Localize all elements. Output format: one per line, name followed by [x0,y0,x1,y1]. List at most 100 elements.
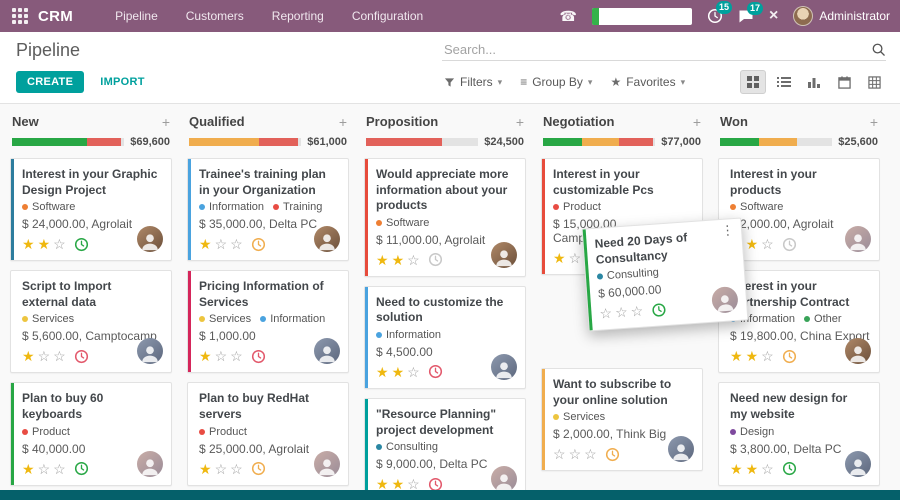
priority-star[interactable]: ☆ [569,251,583,265]
messages-button[interactable]: 17 [738,9,754,24]
close-icon[interactable]: × [769,8,778,24]
opportunity-card[interactable]: Would appreciate more information about … [364,158,526,277]
favorites-dropdown[interactable]: ★ Favorites ▾ [610,75,685,89]
opportunity-card[interactable]: Plan to buy 60 keyboardsProduct$ 40,000.… [10,382,172,485]
view-list-button[interactable] [772,71,796,93]
progress-segment-gray[interactable] [797,138,832,146]
opportunity-card[interactable]: Need to customize the solutionInformatio… [364,286,526,389]
activity-clock-icon[interactable] [74,237,89,252]
priority-star[interactable]: ★ [376,477,390,490]
priority-star[interactable]: ☆ [230,462,244,476]
progress-segment-red[interactable] [366,138,442,146]
priority-star[interactable]: ☆ [407,477,421,490]
nav-item-pipeline[interactable]: Pipeline [103,0,170,32]
create-button[interactable]: CREATE [16,71,84,93]
priority-star[interactable]: ★ [199,237,213,251]
activity-clock-icon[interactable] [251,461,266,476]
activity-clock-icon[interactable] [651,302,667,318]
priority-star[interactable]: ☆ [553,447,567,461]
priority-star[interactable]: ☆ [407,365,421,379]
nav-item-customers[interactable]: Customers [174,0,256,32]
priority-star[interactable]: ★ [392,477,406,490]
opportunity-card[interactable]: Want to subscribe to your online solutio… [541,368,703,471]
priority-star[interactable]: ☆ [599,306,614,321]
activities-button[interactable]: 15 [707,8,723,24]
progress-segment-gray[interactable] [442,138,478,146]
activity-clock-icon[interactable] [74,349,89,364]
add-new-column-button[interactable]: + Add new Column [895,116,900,490]
priority-star[interactable]: ☆ [38,462,52,476]
activity-clock-icon[interactable] [782,237,797,252]
column-quick-add-icon[interactable]: + [693,115,701,129]
progress-segment-green[interactable] [720,138,759,146]
progress-segment-yellow[interactable] [189,138,259,146]
priority-star[interactable]: ★ [38,237,52,251]
column-progress-bar[interactable] [366,138,478,146]
progress-segment-red[interactable] [87,138,121,146]
opportunity-card[interactable]: "Resource Planning" project developmentC… [364,398,526,490]
dragged-card-wrapper[interactable]: ⋮Need 20 Days of ConsultancyConsulting$ … [582,218,749,332]
activity-clock-icon[interactable] [74,461,89,476]
opportunity-card[interactable]: Need new design for my websiteDesign$ 3,… [718,382,880,485]
view-graph-button[interactable] [802,71,826,93]
priority-star[interactable]: ★ [746,237,760,251]
activity-clock-icon[interactable] [782,461,797,476]
progress-segment-red[interactable] [619,138,653,146]
nav-item-configuration[interactable]: Configuration [340,0,435,32]
activity-clock-icon[interactable] [251,237,266,252]
priority-star[interactable]: ☆ [230,237,244,251]
opportunity-card[interactable]: Trainee's training plan in your Organiza… [187,158,349,261]
priority-star[interactable]: ★ [746,349,760,363]
import-button[interactable]: IMPORT [100,76,145,88]
column-quick-add-icon[interactable]: + [870,115,878,129]
priority-star[interactable]: ★ [22,237,36,251]
priority-star[interactable]: ★ [392,365,406,379]
priority-star[interactable]: ☆ [761,237,775,251]
opportunity-card[interactable]: Interest in your Graphic Design ProjectS… [10,158,172,261]
priority-star[interactable]: ☆ [761,462,775,476]
priority-star[interactable]: ★ [376,365,390,379]
column-quick-add-icon[interactable]: + [516,115,524,129]
priority-star[interactable]: ☆ [215,349,229,363]
priority-star[interactable]: ☆ [38,349,52,363]
priority-star[interactable]: ☆ [584,447,598,461]
priority-star[interactable]: ☆ [53,349,67,363]
progress-segment-green[interactable] [12,138,87,146]
activity-clock-icon[interactable] [428,477,443,490]
priority-star[interactable]: ☆ [230,349,244,363]
priority-star[interactable]: ☆ [761,349,775,363]
opportunity-card[interactable]: Pricing Information of ServicesServicesI… [187,270,349,373]
progress-segment-yellow[interactable] [759,138,797,146]
column-progress-bar[interactable] [189,138,301,146]
activity-clock-icon[interactable] [428,364,443,379]
priority-star[interactable]: ★ [199,462,213,476]
progress-segment-gray[interactable] [121,138,124,146]
progress-segment-gray[interactable] [653,138,655,146]
column-progress-bar[interactable] [720,138,832,146]
nav-item-reporting[interactable]: Reporting [260,0,336,32]
opportunity-card[interactable]: ⋮Need 20 Days of ConsultancyConsulting$ … [582,218,749,332]
group-by-dropdown[interactable]: ≡ Group By ▾ [520,75,592,89]
user-menu[interactable]: Administrator [793,6,890,26]
search-icon[interactable] [871,42,886,57]
view-kanban-button[interactable] [740,70,766,94]
priority-star[interactable]: ★ [22,349,36,363]
filters-dropdown[interactable]: Filters ▾ [444,75,502,89]
priority-star[interactable]: ☆ [215,237,229,251]
priority-star[interactable]: ★ [553,251,567,265]
column-quick-add-icon[interactable]: + [339,115,347,129]
progress-segment-gray[interactable] [298,138,301,146]
priority-star[interactable]: ★ [22,462,36,476]
priority-star[interactable]: ☆ [53,462,67,476]
search-input[interactable] [442,41,871,58]
column-progress-bar[interactable] [543,138,655,146]
activity-clock-icon[interactable] [428,252,443,267]
view-pivot-button[interactable] [862,71,886,93]
priority-star[interactable]: ☆ [615,305,630,320]
column-quick-add-icon[interactable]: + [162,115,170,129]
priority-star[interactable]: ★ [376,253,390,267]
apps-menu-icon[interactable] [12,8,28,24]
priority-star[interactable]: ★ [392,253,406,267]
card-menu-icon[interactable]: ⋮ [721,223,735,237]
column-progress-bar[interactable] [12,138,124,146]
